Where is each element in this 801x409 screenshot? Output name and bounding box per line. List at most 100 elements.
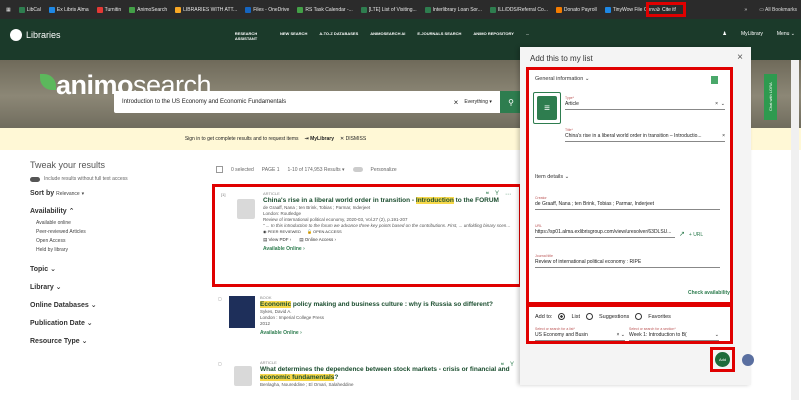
result-body: ARTICLE China's rise in a liberal world … [263, 191, 513, 252]
title-field[interactable]: Title* China's rise in a liberal world o… [565, 128, 725, 142]
chevron-down-icon[interactable]: ⌄ [715, 332, 719, 338]
journal-input[interactable]: Review of international political econom… [535, 259, 720, 268]
search-input[interactable]: Introduction to the US Economy and Econo… [114, 91, 514, 113]
nav-more[interactable]: ... [526, 31, 529, 41]
radio-suggestions[interactable] [586, 313, 593, 320]
export-icon[interactable]: Y [510, 362, 514, 369]
nav-a-to-z[interactable]: A-TO-Z DATABASES [319, 31, 358, 41]
creator-field[interactable]: Creator de Graaff, Nana ; ten Brink, Tob… [535, 196, 720, 210]
facet-option[interactable]: Open Access [36, 237, 190, 246]
add-url-button[interactable]: + URL [689, 232, 703, 238]
libraries-logo[interactable]: Libraries [10, 29, 61, 41]
facet-publication-date[interactable]: Publication Date ⌄ [30, 319, 190, 327]
availability-link[interactable]: Available Online › [263, 246, 513, 252]
dismiss-button[interactable]: ✕ DISMISS [340, 136, 366, 142]
nav-new-search[interactable]: NEW SEARCH [280, 31, 307, 41]
menu-label: Menu [776, 31, 790, 37]
search-scope-select[interactable]: Everything ▾ [464, 99, 492, 105]
clear-icon[interactable]: × [722, 133, 725, 139]
title-input[interactable]: China's rise in a liberal world order in… [565, 133, 725, 142]
result-item-1[interactable]: [1] ARTICLE China's rise in a liberal wo… [212, 184, 522, 287]
radio-list[interactable] [558, 313, 566, 320]
help-chat-icon[interactable] [742, 354, 754, 366]
facet-option[interactable]: Peer-reviewed Articles [36, 228, 190, 237]
sort-by[interactable]: Sort by Relevance ▾ [30, 190, 190, 197]
result-item-3[interactable]: ▢ ARTICLE What determines the dependence… [212, 358, 522, 408]
more-icon[interactable]: ⋯ [505, 191, 511, 198]
nav-ejournals[interactable]: E-JOURNALS SEARCH [417, 31, 461, 41]
url-field[interactable]: URL https://sp01.alma.exlibrisgroup.com/… [535, 224, 720, 238]
facet-option[interactable]: Held by library [36, 246, 190, 255]
section-select[interactable]: Week 1: Introduction to B(⌄ [629, 332, 719, 341]
check-availability-link[interactable]: Check availability [688, 290, 730, 296]
bookmark-rs-task[interactable]: RS Task Calendar -... [297, 6, 353, 13]
apps-icon[interactable]: ▦ [6, 7, 11, 13]
nav-animosearch-ai[interactable]: ANIMOSEARCH AI [370, 31, 405, 41]
personalize-toggle[interactable] [352, 167, 363, 172]
bookmark-dds[interactable]: ILL/DDS/Referral Co... [489, 6, 548, 13]
result-item-2[interactable]: ▢ BOOK Economic policy making and busine… [212, 293, 522, 355]
facet-topic[interactable]: Topic ⌄ [30, 265, 190, 273]
type-field[interactable]: Type* Article × ⌄ [565, 96, 725, 110]
bookmark-animosearch[interactable]: AnimoSearch [129, 6, 167, 13]
result-checkbox[interactable]: ▢ [218, 296, 228, 301]
signin-mylibrary-link[interactable]: ⇥ MyLibrary [305, 136, 335, 142]
menu-button[interactable]: Menu ⌄ [777, 31, 795, 37]
bookmark-alma[interactable]: Ex Libris Alma [48, 6, 89, 13]
type-select[interactable]: Article × ⌄ [565, 101, 725, 110]
item-details-toggle[interactable]: Item details ⌄ [535, 174, 569, 180]
facet-option[interactable]: Available online [36, 219, 190, 228]
radio-favorites[interactable] [635, 313, 643, 320]
result-checkbox[interactable]: ▢ [218, 361, 228, 366]
article-thumbnail-icon [234, 366, 252, 386]
bookmark-payroll[interactable]: Donato Payroll [555, 6, 597, 13]
result-title[interactable]: What determines the dependence between s… [260, 366, 510, 382]
all-bookmarks[interactable]: ▭ All Bookmarks [759, 7, 797, 13]
facet-online-databases[interactable]: Online Databases ⌄ [30, 301, 190, 309]
facet-availability[interactable]: Availability ⌃ [30, 207, 190, 215]
nav-repository[interactable]: ANIMO REPOSITORY [473, 31, 513, 41]
mylibrary-link[interactable]: MyLibrary [741, 31, 763, 37]
availability-link[interactable]: Available Online › [260, 330, 510, 336]
result-title[interactable]: China's rise in a liberal world order in… [263, 197, 513, 205]
nav-research-assistant[interactable]: RESEARCH ASSISTANT [224, 31, 268, 41]
clear-search-icon[interactable]: × [454, 98, 459, 107]
clear-chevron-icons[interactable]: × ⌄ [715, 101, 725, 107]
chat-with-lora-tab[interactable]: Chat with LORA [764, 74, 777, 120]
bookmark-libraries[interactable]: LIBRARIES WITH ATT... [175, 6, 237, 13]
search-submit-button[interactable]: ⚲ [500, 91, 522, 113]
cite-icon[interactable]: ❝ [501, 362, 504, 369]
select-all-checkbox[interactable] [216, 166, 223, 173]
bookmark-ill[interactable]: Interlibrary Loan Sor... [424, 6, 482, 13]
general-info-toggle[interactable]: General information ⌄ [535, 76, 589, 82]
close-icon[interactable]: × [737, 52, 743, 63]
list-select-field[interactable]: Select or search for a list* US Economy … [535, 327, 625, 341]
page-scrollbar[interactable] [791, 60, 799, 400]
fulltext-toggle-row[interactable]: Include results without full text access [30, 176, 190, 182]
cite-it-bookmark[interactable]: ⊘ Cite it! [646, 2, 686, 17]
bookmark-turnitin[interactable]: Turnitin [96, 6, 121, 13]
bookmark-onedrive[interactable]: Files - OneDrive [245, 6, 289, 13]
cite-icon[interactable]: ❝ [486, 191, 489, 198]
user-icon[interactable]: ♟ [722, 31, 726, 37]
fulltext-toggle[interactable] [30, 176, 40, 182]
export-icon[interactable]: Y [495, 191, 499, 198]
bookmarks-more[interactable]: » [744, 7, 747, 13]
result-title[interactable]: Economic policy making and business cult… [260, 301, 510, 309]
list-select[interactable]: US Economy and Busin × ⌄ [535, 332, 625, 341]
url-input[interactable]: https://sp01.alma.exlibrisgroup.com/view… [535, 229, 675, 238]
results-count[interactable]: 1-10 of 174,953 Results ▾ [288, 167, 345, 173]
clear-chevron-icons[interactable]: × ⌄ [617, 332, 626, 338]
add-button[interactable]: Add [715, 352, 730, 367]
journal-field[interactable]: Journal title Review of international po… [535, 254, 720, 268]
bookmark-lte[interactable]: [LTE] List of Visiting... [360, 6, 417, 13]
open-link-icon[interactable]: ↗ [679, 230, 685, 238]
facet-library[interactable]: Library ⌄ [30, 283, 190, 291]
online-access-link[interactable]: ▤ Online Access › [299, 237, 336, 243]
facet-resource-type[interactable]: Resource Type ⌄ [30, 337, 190, 345]
bookmark-add-icon[interactable] [711, 76, 718, 84]
creator-input[interactable]: de Graaff, Nana ; ten Brink, Tobias ; Pa… [535, 201, 720, 210]
view-pdf-link[interactable]: ▤ View PDF › [263, 237, 291, 243]
section-select-field[interactable]: Select or search for a section* Week 1: … [629, 327, 719, 341]
bookmark-libcal[interactable]: LibCal [18, 6, 41, 13]
